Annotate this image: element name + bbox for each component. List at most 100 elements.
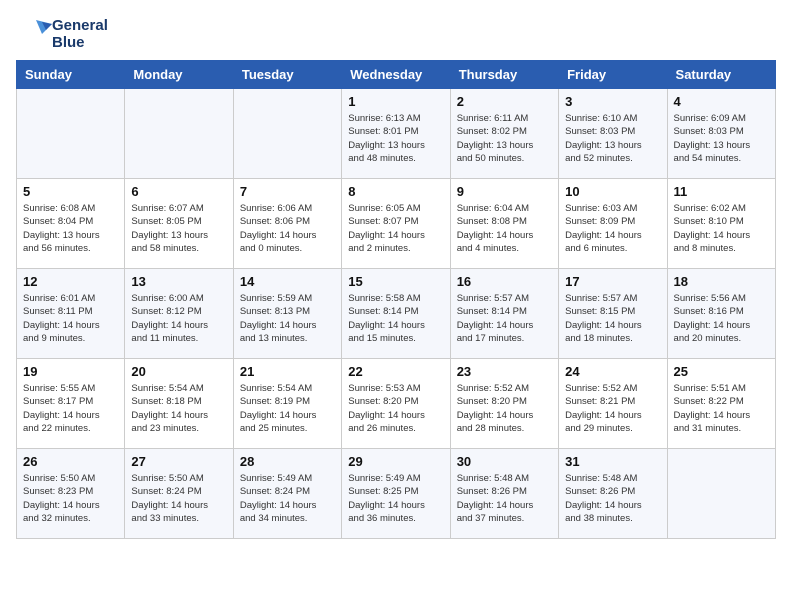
calendar-header-row: SundayMondayTuesdayWednesdayThursdayFrid… — [17, 61, 776, 89]
day-number: 13 — [131, 274, 226, 289]
day-info: Sunrise: 6:13 AM Sunset: 8:01 PM Dayligh… — [348, 112, 443, 165]
calendar-day-cell: 30 Sunrise: 5:48 AM Sunset: 8:26 PM Dayli… — [450, 449, 558, 539]
calendar-week-row: 26 Sunrise: 5:50 AM Sunset: 8:23 PM Dayli… — [17, 449, 776, 539]
calendar-day-cell: 11 Sunrise: 6:02 AM Sunset: 8:10 PM Dayli… — [667, 179, 775, 269]
calendar-day-cell: 8 Sunrise: 6:05 AM Sunset: 8:07 PM Daylig… — [342, 179, 450, 269]
day-info: Sunrise: 5:50 AM Sunset: 8:23 PM Dayligh… — [23, 472, 118, 525]
day-info: Sunrise: 5:48 AM Sunset: 8:26 PM Dayligh… — [565, 472, 660, 525]
day-number: 24 — [565, 364, 660, 379]
day-info: Sunrise: 5:52 AM Sunset: 8:20 PM Dayligh… — [457, 382, 552, 435]
day-info: Sunrise: 6:06 AM Sunset: 8:06 PM Dayligh… — [240, 202, 335, 255]
calendar-day-cell: 4Sunrise: 6:09 AM Sunset: 8:03 PM Daylig… — [667, 89, 775, 179]
day-number: 15 — [348, 274, 443, 289]
calendar-day-cell: 22 Sunrise: 5:53 AM Sunset: 8:20 PM Dayli… — [342, 359, 450, 449]
day-info: Sunrise: 6:07 AM Sunset: 8:05 PM Dayligh… — [131, 202, 226, 255]
day-number: 25 — [674, 364, 769, 379]
calendar-day-cell: 27 Sunrise: 5:50 AM Sunset: 8:24 PM Dayli… — [125, 449, 233, 539]
day-number: 4 — [674, 94, 769, 109]
day-info: Sunrise: 6:03 AM Sunset: 8:09 PM Dayligh… — [565, 202, 660, 255]
calendar-day-cell: 26 Sunrise: 5:50 AM Sunset: 8:23 PM Dayli… — [17, 449, 125, 539]
day-info: Sunrise: 5:54 AM Sunset: 8:18 PM Dayligh… — [131, 382, 226, 435]
day-number: 10 — [565, 184, 660, 199]
day-info: Sunrise: 5:52 AM Sunset: 8:21 PM Dayligh… — [565, 382, 660, 435]
weekday-header-monday: Monday — [125, 61, 233, 89]
calendar-day-cell: 19 Sunrise: 5:55 AM Sunset: 8:17 PM Dayli… — [17, 359, 125, 449]
day-number: 3 — [565, 94, 660, 109]
calendar-day-cell — [125, 89, 233, 179]
calendar-day-cell: 24 Sunrise: 5:52 AM Sunset: 8:21 PM Dayli… — [559, 359, 667, 449]
day-info: Sunrise: 5:58 AM Sunset: 8:14 PM Dayligh… — [348, 292, 443, 345]
calendar-day-cell — [17, 89, 125, 179]
calendar-day-cell: 31 Sunrise: 5:48 AM Sunset: 8:26 PM Dayli… — [559, 449, 667, 539]
calendar-day-cell: 13 Sunrise: 6:00 AM Sunset: 8:12 PM Dayli… — [125, 269, 233, 359]
day-number: 21 — [240, 364, 335, 379]
calendar-week-row: 12Sunrise: 6:01 AM Sunset: 8:11 PM Dayli… — [17, 269, 776, 359]
day-number: 31 — [565, 454, 660, 469]
calendar-day-cell: 6Sunrise: 6:07 AM Sunset: 8:05 PM Daylig… — [125, 179, 233, 269]
calendar-week-row: 1 Sunrise: 6:13 AM Sunset: 8:01 PM Daylig… — [17, 89, 776, 179]
day-number: 18 — [674, 274, 769, 289]
day-number: 11 — [674, 184, 769, 199]
weekday-header-sunday: Sunday — [17, 61, 125, 89]
calendar-day-cell: 2Sunrise: 6:11 AM Sunset: 8:02 PM Daylig… — [450, 89, 558, 179]
day-info: Sunrise: 6:11 AM Sunset: 8:02 PM Dayligh… — [457, 112, 552, 165]
day-number: 23 — [457, 364, 552, 379]
calendar-day-cell: 9Sunrise: 6:04 AM Sunset: 8:08 PM Daylig… — [450, 179, 558, 269]
calendar-day-cell: 5Sunrise: 6:08 AM Sunset: 8:04 PM Daylig… — [17, 179, 125, 269]
calendar-day-cell — [667, 449, 775, 539]
weekday-header-thursday: Thursday — [450, 61, 558, 89]
calendar-day-cell: 20 Sunrise: 5:54 AM Sunset: 8:18 PM Dayli… — [125, 359, 233, 449]
day-info: Sunrise: 5:51 AM Sunset: 8:22 PM Dayligh… — [674, 382, 769, 435]
calendar-day-cell: 12Sunrise: 6:01 AM Sunset: 8:11 PM Dayli… — [17, 269, 125, 359]
day-info: Sunrise: 5:59 AM Sunset: 8:13 PM Dayligh… — [240, 292, 335, 345]
calendar-day-cell: 25 Sunrise: 5:51 AM Sunset: 8:22 PM Dayli… — [667, 359, 775, 449]
day-number: 29 — [348, 454, 443, 469]
day-number: 28 — [240, 454, 335, 469]
calendar-day-cell: 10 Sunrise: 6:03 AM Sunset: 8:09 PM Dayli… — [559, 179, 667, 269]
day-info: Sunrise: 5:54 AM Sunset: 8:19 PM Dayligh… — [240, 382, 335, 435]
day-number: 22 — [348, 364, 443, 379]
day-info: Sunrise: 5:49 AM Sunset: 8:24 PM Dayligh… — [240, 472, 335, 525]
day-number: 14 — [240, 274, 335, 289]
day-info: Sunrise: 6:08 AM Sunset: 8:04 PM Dayligh… — [23, 202, 118, 255]
calendar-day-cell: 16Sunrise: 5:57 AM Sunset: 8:14 PM Dayli… — [450, 269, 558, 359]
day-info: Sunrise: 6:05 AM Sunset: 8:07 PM Dayligh… — [348, 202, 443, 255]
day-info: Sunrise: 5:55 AM Sunset: 8:17 PM Dayligh… — [23, 382, 118, 435]
weekday-header-friday: Friday — [559, 61, 667, 89]
day-number: 19 — [23, 364, 118, 379]
calendar-day-cell: 29 Sunrise: 5:49 AM Sunset: 8:25 PM Dayli… — [342, 449, 450, 539]
calendar-week-row: 5Sunrise: 6:08 AM Sunset: 8:04 PM Daylig… — [17, 179, 776, 269]
day-number: 8 — [348, 184, 443, 199]
calendar-week-row: 19 Sunrise: 5:55 AM Sunset: 8:17 PM Dayli… — [17, 359, 776, 449]
day-number: 9 — [457, 184, 552, 199]
calendar-day-cell: 21 Sunrise: 5:54 AM Sunset: 8:19 PM Dayli… — [233, 359, 341, 449]
day-info: Sunrise: 5:57 AM Sunset: 8:14 PM Dayligh… — [457, 292, 552, 345]
day-number: 26 — [23, 454, 118, 469]
day-number: 7 — [240, 184, 335, 199]
day-info: Sunrise: 5:49 AM Sunset: 8:25 PM Dayligh… — [348, 472, 443, 525]
day-number: 30 — [457, 454, 552, 469]
weekday-header-saturday: Saturday — [667, 61, 775, 89]
logo-text: General Blue — [52, 17, 108, 52]
logo-blue: Blue — [52, 34, 108, 51]
day-info: Sunrise: 6:00 AM Sunset: 8:12 PM Dayligh… — [131, 292, 226, 345]
weekday-header-wednesday: Wednesday — [342, 61, 450, 89]
day-number: 1 — [348, 94, 443, 109]
logo: General Blue — [16, 16, 108, 52]
day-number: 27 — [131, 454, 226, 469]
day-info: Sunrise: 5:48 AM Sunset: 8:26 PM Dayligh… — [457, 472, 552, 525]
day-info: Sunrise: 5:56 AM Sunset: 8:16 PM Dayligh… — [674, 292, 769, 345]
calendar-day-cell: 15 Sunrise: 5:58 AM Sunset: 8:14 PM Dayli… — [342, 269, 450, 359]
day-info: Sunrise: 5:57 AM Sunset: 8:15 PM Dayligh… — [565, 292, 660, 345]
calendar-day-cell: 23 Sunrise: 5:52 AM Sunset: 8:20 PM Dayli… — [450, 359, 558, 449]
calendar-table: SundayMondayTuesdayWednesdayThursdayFrid… — [16, 60, 776, 539]
page-header: General Blue — [16, 16, 776, 52]
calendar-day-cell: 28 Sunrise: 5:49 AM Sunset: 8:24 PM Dayli… — [233, 449, 341, 539]
day-info: Sunrise: 5:53 AM Sunset: 8:20 PM Dayligh… — [348, 382, 443, 435]
day-info: Sunrise: 6:10 AM Sunset: 8:03 PM Dayligh… — [565, 112, 660, 165]
calendar-day-cell: 17Sunrise: 5:57 AM Sunset: 8:15 PM Dayli… — [559, 269, 667, 359]
day-number: 20 — [131, 364, 226, 379]
day-info: Sunrise: 6:02 AM Sunset: 8:10 PM Dayligh… — [674, 202, 769, 255]
day-info: Sunrise: 5:50 AM Sunset: 8:24 PM Dayligh… — [131, 472, 226, 525]
weekday-header-tuesday: Tuesday — [233, 61, 341, 89]
